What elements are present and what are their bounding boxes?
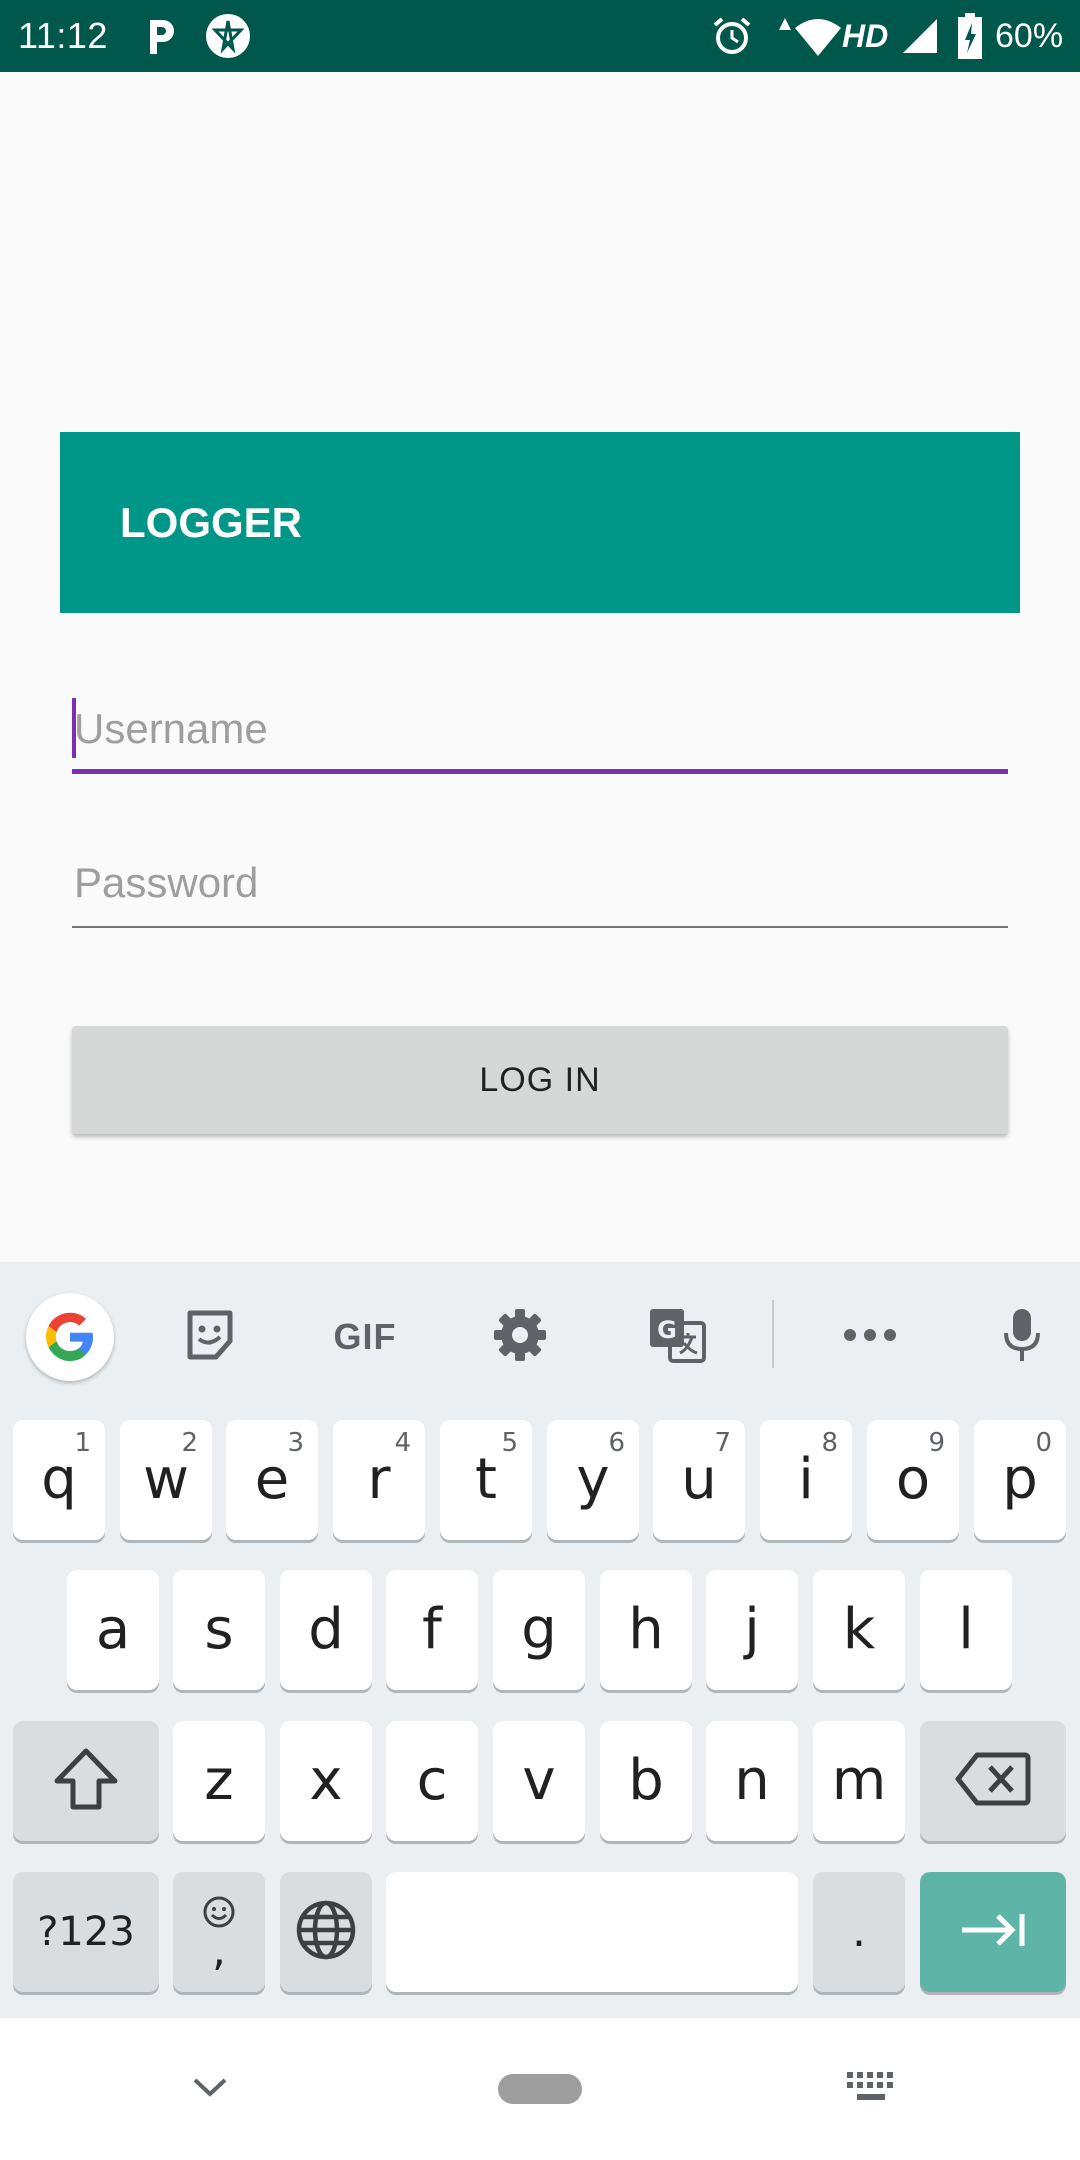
translate-icon: G	[648, 1307, 706, 1368]
period-key[interactable]: .	[813, 1872, 905, 1992]
backspace-icon	[955, 1751, 1031, 1811]
key-c[interactable]: c	[386, 1721, 478, 1841]
vpn-icon	[204, 0, 252, 72]
key-a[interactable]: a	[67, 1570, 159, 1690]
key-e[interactable]: e 3	[226, 1420, 318, 1540]
translate-button[interactable]: G	[645, 1262, 709, 1412]
next-key[interactable]	[920, 1872, 1066, 1992]
mic-icon	[1002, 1307, 1042, 1368]
keyboard-toolbar: GIF G	[0, 1262, 1080, 1412]
key-p[interactable]: p 0	[974, 1420, 1066, 1540]
parking-icon	[142, 0, 182, 72]
key-r[interactable]: r 4	[333, 1420, 425, 1540]
shift-key[interactable]	[13, 1721, 159, 1841]
login-button[interactable]: LOG IN	[72, 1026, 1008, 1134]
key-k[interactable]: k	[813, 1570, 905, 1690]
voice-input-button[interactable]	[992, 1262, 1052, 1412]
key-v[interactable]: v	[493, 1721, 585, 1841]
globe-icon	[295, 1899, 357, 1965]
settings-icon	[492, 1307, 548, 1368]
space-key[interactable]	[386, 1872, 798, 1992]
password-input[interactable]	[72, 848, 1008, 918]
more-button[interactable]	[840, 1262, 900, 1412]
password-underline	[72, 926, 1008, 928]
more-icon	[843, 1328, 897, 1347]
key-b[interactable]: b	[600, 1721, 692, 1841]
key-m[interactable]: m	[813, 1721, 905, 1841]
wifi-icon	[770, 0, 842, 72]
key-w[interactable]: w 2	[120, 1420, 212, 1540]
signal-icon	[900, 0, 940, 72]
key-t[interactable]: t 5	[440, 1420, 532, 1540]
toolbar-divider	[772, 1300, 774, 1368]
backspace-key[interactable]	[920, 1721, 1066, 1841]
gif-icon: GIF	[333, 1316, 397, 1357]
key-x[interactable]: x	[280, 1721, 372, 1841]
emoji-comma-key[interactable]: ,	[173, 1872, 265, 1992]
status-bar: 11:12 HD 60%	[0, 0, 1080, 72]
sticker-button[interactable]	[180, 1262, 240, 1412]
svg-text:G: G	[657, 1316, 677, 1344]
app-title: LOGGER	[120, 499, 303, 546]
symbols-key[interactable]: ?123	[13, 1872, 159, 1992]
gif-button[interactable]: GIF	[320, 1262, 410, 1412]
soft-keyboard: GIF G q 1 w 2 e 3 r 4 t 5 y 6 u 7 i 8 o …	[0, 1262, 1080, 2018]
key-h[interactable]: h	[600, 1570, 692, 1690]
text-cursor	[72, 698, 76, 758]
key-f[interactable]: f	[386, 1570, 478, 1690]
shift-icon	[53, 1747, 119, 1815]
sticker-icon	[184, 1309, 236, 1366]
screen: 11:12 HD 60% LOGGER Username LOG IN GIF …	[0, 0, 1080, 2160]
username-field-container	[72, 694, 1008, 774]
username-underline	[72, 769, 1008, 774]
key-u[interactable]: u 7	[653, 1420, 745, 1540]
google-button[interactable]	[24, 1262, 116, 1412]
password-field-container	[72, 848, 1008, 928]
tab-arrow-icon	[958, 1910, 1028, 1954]
key-i[interactable]: i 8	[760, 1420, 852, 1540]
language-key[interactable]	[280, 1872, 372, 1992]
home-pill	[498, 2074, 582, 2104]
switch-keyboard-button[interactable]	[842, 2018, 900, 2160]
key-z[interactable]: z	[173, 1721, 265, 1841]
settings-button[interactable]	[490, 1262, 550, 1412]
key-g[interactable]: g	[493, 1570, 585, 1690]
app-banner: LOGGER	[60, 432, 1020, 613]
alarm-icon	[710, 0, 754, 72]
username-input[interactable]	[72, 694, 1008, 764]
keyboard-icon	[845, 2070, 897, 2109]
key-d[interactable]: d	[280, 1570, 372, 1690]
battery-charging-icon	[955, 0, 985, 72]
hide-keyboard-button[interactable]	[180, 2018, 240, 2160]
home-button[interactable]	[498, 2018, 582, 2160]
key-j[interactable]: j	[706, 1570, 798, 1690]
key-q[interactable]: q 1	[13, 1420, 105, 1540]
battery-percent: 60%	[995, 17, 1064, 55]
key-s[interactable]: s	[173, 1570, 265, 1690]
chevron-down-icon	[192, 2076, 228, 2103]
google-icon	[26, 1293, 114, 1381]
network-type-label: HD	[842, 18, 889, 54]
key-l[interactable]: l	[920, 1570, 1012, 1690]
navigation-bar	[0, 2018, 1080, 2160]
status-time: 11:12	[18, 15, 108, 56]
key-o[interactable]: o 9	[867, 1420, 959, 1540]
key-y[interactable]: y 6	[547, 1420, 639, 1540]
key-n[interactable]: n	[706, 1721, 798, 1841]
